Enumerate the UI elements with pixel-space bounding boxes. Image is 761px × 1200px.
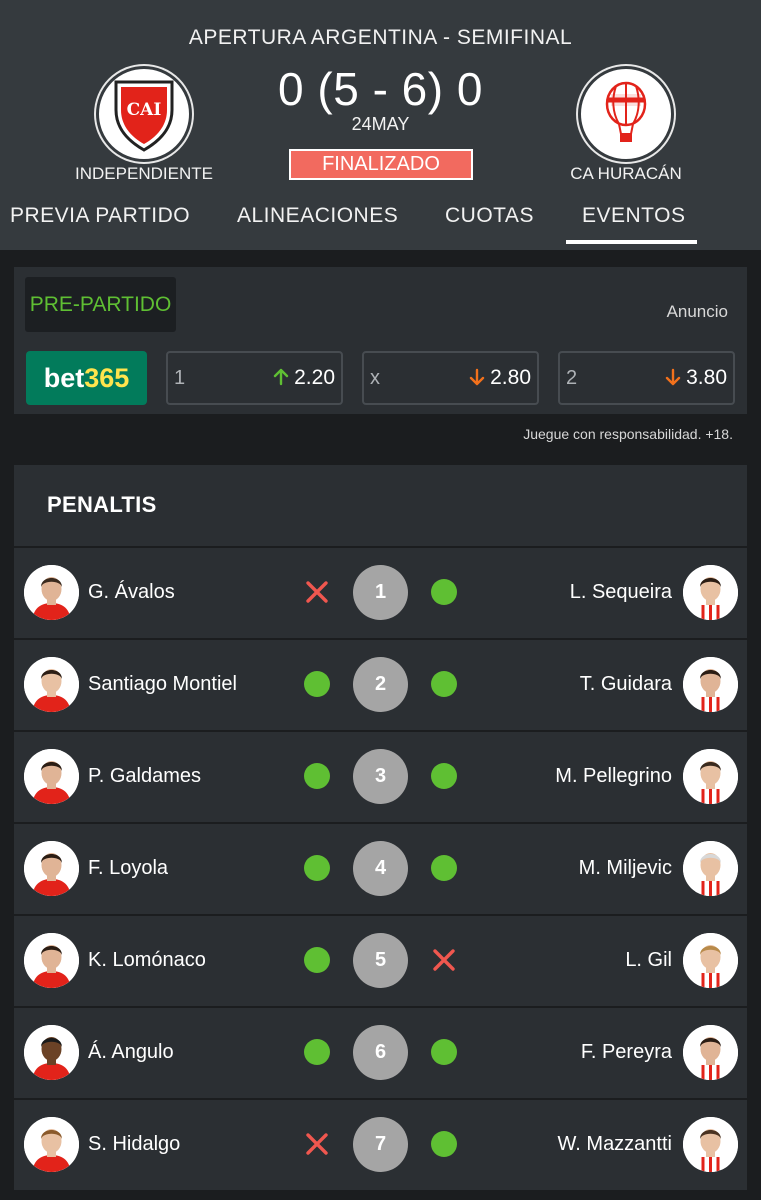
penalty-number: 4 [353,841,408,896]
odd-away-button[interactable]: 2 3.80 [558,351,735,405]
player-avatar[interactable] [24,749,79,804]
pre-partido-label: PRE-PARTIDO [25,277,176,332]
match-status-badge: FINALIZADO [289,149,473,180]
odd-value: 3.80 [686,366,727,389]
tab-previa-partido[interactable]: PREVIA PARTIDO [10,204,190,228]
player-avatar[interactable] [24,565,79,620]
penalty-row: G. Ávalos 1 L. Sequeira [14,546,747,638]
penalty-number: 5 [353,933,408,988]
home-player-name[interactable]: F. Loyola [88,857,168,880]
home-player-name[interactable]: Santiago Montiel [88,673,237,696]
arrow-down-icon [665,368,681,386]
tab-eventos[interactable]: EVENTOS [582,204,685,228]
home-player-name[interactable]: G. Ávalos [88,581,175,604]
odd-label: x [370,367,380,389]
player-avatar[interactable] [24,1117,79,1172]
penalties-card: PENALTIS G. Ávalos 1 L. Sequeira Santiago M… [14,465,747,1190]
goal-dot-icon [431,763,457,789]
away-player-name[interactable]: T. Guidara [580,673,672,696]
player-avatar[interactable] [683,841,738,896]
active-tab-indicator [566,240,697,244]
arrow-up-icon [273,368,289,386]
responsible-gambling-note: Juegue con responsabilidad. +18. [523,426,733,442]
player-avatar[interactable] [683,1025,738,1080]
odd-label: 1 [174,367,186,389]
goal-dot-icon [304,763,330,789]
player-avatar[interactable] [24,841,79,896]
competition-title: APERTURA ARGENTINA - SEMIFINAL [188,26,573,49]
away-player-name[interactable]: W. Mazzantti [558,1133,672,1156]
match-header: APERTURA ARGENTINA - SEMIFINAL CAI INDEP… [0,0,761,250]
miss-cross-icon [306,581,328,603]
goal-dot-icon [304,671,330,697]
tab-cuotas[interactable]: CUOTAS [445,204,534,228]
player-avatar[interactable] [683,565,738,620]
goal-dot-icon [304,947,330,973]
penalty-row: S. Hidalgo 7 W. Mazzantti [14,1098,747,1190]
away-player-name[interactable]: M. Pellegrino [555,765,672,788]
penalty-row: K. Lomónaco 5 L. Gil [14,914,747,1006]
player-avatar[interactable] [24,657,79,712]
player-avatar[interactable] [683,749,738,804]
goal-dot-icon [304,1039,330,1065]
ad-label: Anuncio [666,302,728,321]
home-player-name[interactable]: K. Lomónaco [88,949,206,972]
bet365-logo[interactable]: bet 365 [26,351,147,405]
player-avatar[interactable] [683,933,738,988]
goal-dot-icon [431,579,457,605]
match-tabs: PREVIA PARTIDO ALINEACIONES CUOTAS EVENT… [0,196,761,250]
odds-card: PRE-PARTIDO Anuncio bet 365 1 2.20 x 2.80… [14,267,747,414]
goal-dot-icon [431,1131,457,1157]
player-avatar[interactable] [683,1117,738,1172]
penalty-number: 6 [353,1025,408,1080]
away-player-name[interactable]: M. Miljevic [579,857,672,880]
penalty-number: 2 [353,657,408,712]
huracan-balloon-icon[interactable] [578,66,674,162]
away-player-name[interactable]: F. Pereyra [581,1041,672,1064]
goal-dot-icon [304,855,330,881]
away-team-name[interactable]: CA HURACÁN [526,164,726,184]
penalty-number: 1 [353,565,408,620]
player-avatar[interactable] [24,1025,79,1080]
penalty-number: 3 [353,749,408,804]
player-avatar[interactable] [24,933,79,988]
home-player-name[interactable]: P. Galdames [88,765,201,788]
penalty-number: 7 [353,1117,408,1172]
tab-alineaciones[interactable]: ALINEACIONES [237,204,398,228]
penalty-row: Santiago Montiel 2 T. Guidara [14,638,747,730]
goal-dot-icon [431,1039,457,1065]
odds-row: bet 365 1 2.20 x 2.80 2 3.80 [26,350,738,405]
odd-label: 2 [566,367,578,389]
home-player-name[interactable]: S. Hidalgo [88,1133,180,1156]
goal-dot-icon [431,855,457,881]
penalties-title: PENALTIS [47,492,157,517]
odd-value: 2.80 [490,366,531,389]
home-team-name[interactable]: INDEPENDIENTE [44,164,244,184]
odd-home-button[interactable]: 1 2.20 [166,351,343,405]
home-player-name[interactable]: Á. Angulo [88,1041,174,1064]
penalties-list: G. Ávalos 1 L. Sequeira Santiago Montiel 2 T.… [14,546,747,1190]
penalty-row: Á. Angulo 6 F. Pereyra [14,1006,747,1098]
arrow-down-icon [469,368,485,386]
miss-cross-icon [433,949,455,971]
odd-value: 2.20 [294,366,335,389]
penalty-row: P. Galdames 3 M. Pellegrino [14,730,747,822]
away-player-name[interactable]: L. Gil [625,949,672,972]
miss-cross-icon [306,1133,328,1155]
goal-dot-icon [431,671,457,697]
away-player-name[interactable]: L. Sequeira [570,581,672,604]
odd-draw-button[interactable]: x 2.80 [362,351,539,405]
player-avatar[interactable] [683,657,738,712]
penalty-row: F. Loyola 4 M. Miljevic [14,822,747,914]
